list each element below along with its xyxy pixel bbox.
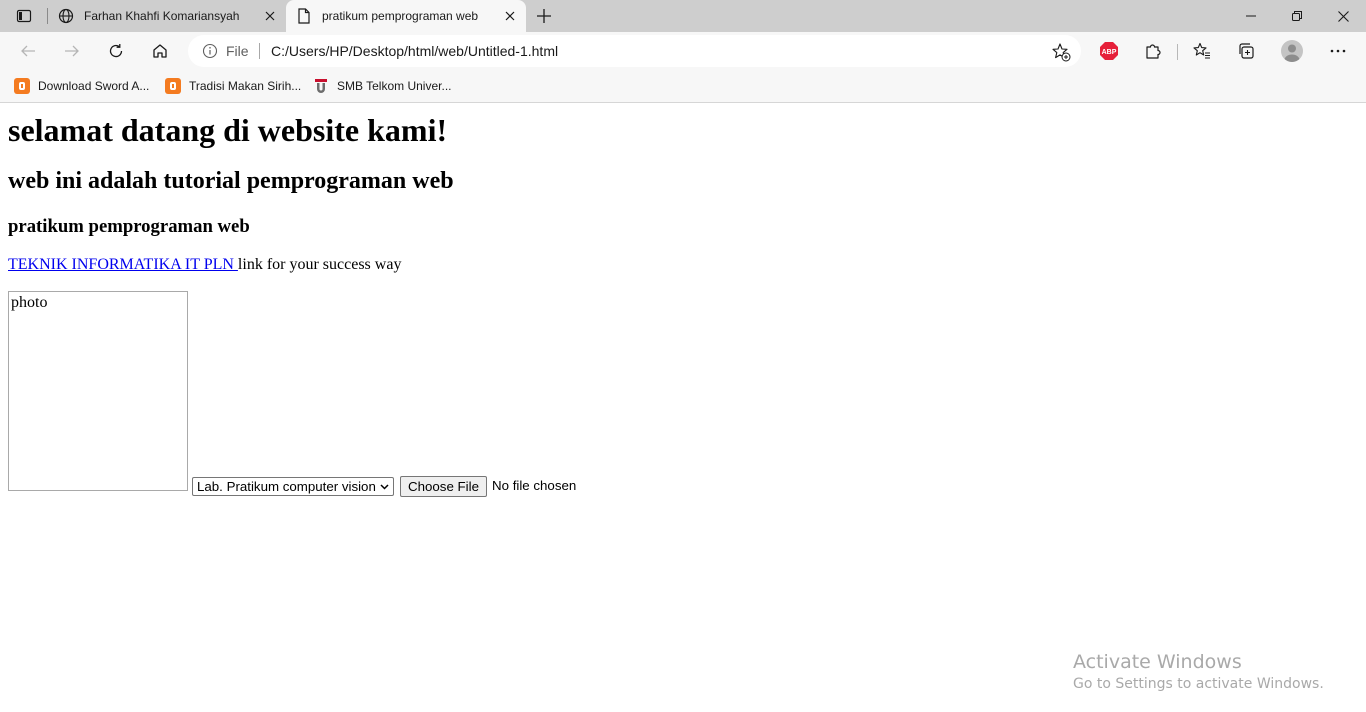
bookmark-label: SMB Telkom Univer...	[337, 79, 452, 93]
adblock-extension-button[interactable]: ABP	[1099, 41, 1119, 61]
extensions-button[interactable]	[1143, 41, 1163, 61]
plus-icon	[537, 9, 551, 23]
profile-icon	[1284, 44, 1300, 62]
lab-select[interactable]: Lab. Pratikum computer vision	[192, 477, 394, 496]
page-heading-1: selamat datang di website kami!	[8, 112, 448, 148]
bookmark-tradisi-makan[interactable]: Tradisi Makan Sirih...	[165, 76, 301, 96]
broken-image: photo	[11, 294, 47, 312]
page-content: selamat datang di website kami! web ini …	[0, 103, 1366, 712]
close-icon	[1337, 10, 1349, 22]
tab-actions-icon	[16, 9, 32, 23]
activate-windows-title: Activate Windows	[1073, 651, 1242, 673]
file-status-text: No file chosen	[492, 478, 577, 493]
new-tab-button[interactable]	[534, 6, 554, 26]
blogger-icon	[14, 78, 30, 94]
address-scheme-label: File	[226, 43, 249, 59]
tab-farhan[interactable]: Farhan Khahfi Komariansyah	[48, 0, 286, 32]
address-bar[interactable]: File C:/Users/HP/Desktop/html/web/Untitl…	[188, 35, 1081, 67]
back-arrow-icon	[21, 45, 35, 57]
minimize-button[interactable]	[1241, 6, 1261, 26]
telkom-icon	[313, 78, 329, 94]
forward-button[interactable]	[62, 41, 82, 61]
collections-icon	[1239, 43, 1254, 59]
page-heading-2: web ini adalah tutorial pemprograman web	[8, 168, 454, 194]
favorites-icon	[1193, 42, 1210, 59]
toolbar-separator	[1177, 44, 1178, 60]
photo-image: photo	[8, 291, 188, 491]
refresh-button[interactable]	[106, 41, 126, 61]
collections-button[interactable]	[1236, 41, 1256, 61]
tab-strip: Farhan Khahfi Komariansyah pratikum pemp…	[0, 0, 1366, 32]
link-suffix-text: link for your success way	[237, 256, 402, 273]
chevron-down-icon	[380, 484, 389, 490]
bookmark-download-sword[interactable]: Download Sword A...	[14, 76, 149, 96]
home-button[interactable]	[150, 41, 170, 61]
favorites-button[interactable]	[1192, 41, 1212, 61]
settings-more-button[interactable]	[1328, 41, 1348, 61]
tab-close-icon[interactable]	[262, 8, 278, 24]
add-favorite-button[interactable]	[1051, 42, 1071, 62]
browser-toolbar: File C:/Users/HP/Desktop/html/web/Untitl…	[0, 32, 1366, 70]
home-icon	[153, 44, 167, 58]
forward-arrow-icon	[65, 45, 79, 57]
tab-pratikum[interactable]: pratikum pemprograman web	[286, 0, 526, 32]
bookmark-label: Download Sword A...	[38, 79, 150, 93]
page-icon	[296, 8, 312, 24]
back-button[interactable]	[18, 41, 38, 61]
bookmark-smb-telkom[interactable]: SMB Telkom Univer...	[313, 76, 451, 96]
tab-title: Farhan Khahfi Komariansyah	[84, 9, 240, 23]
minimize-icon	[1246, 15, 1256, 17]
close-window-button[interactable]	[1333, 6, 1353, 26]
profile-avatar[interactable]	[1281, 40, 1303, 62]
page-heading-3: pratikum pemprograman web	[8, 216, 250, 237]
activate-windows-subtitle: Go to Settings to activate Windows.	[1073, 676, 1324, 692]
info-icon[interactable]	[202, 43, 218, 59]
globe-icon	[58, 8, 74, 24]
choose-file-button[interactable]: Choose File	[400, 476, 487, 497]
adblock-label: ABP	[1102, 49, 1117, 56]
adblock-icon: ABP	[1100, 42, 1118, 60]
restore-button[interactable]	[1287, 6, 1307, 26]
bookmarks-bar: Download Sword A... Tradisi Makan Sirih.…	[0, 70, 1366, 103]
bookmark-label: Tradisi Makan Sirih...	[189, 79, 302, 93]
restore-icon	[1292, 11, 1302, 21]
tab-close-icon[interactable]	[502, 8, 518, 24]
star-add-icon	[1052, 43, 1071, 62]
address-divider	[259, 43, 260, 59]
address-url[interactable]: C:/Users/HP/Desktop/html/web/Untitled-1.…	[271, 43, 558, 59]
more-dots-icon	[1330, 49, 1346, 53]
tab-title: pratikum pemprograman web	[322, 9, 479, 23]
lab-select-value: Lab. Pratikum computer vision	[197, 479, 376, 494]
link-paragraph: TEKNIK INFORMATIKA IT PLN link for your …	[8, 256, 401, 274]
image-alt-text: photo	[11, 294, 48, 311]
blogger-icon	[165, 78, 181, 94]
puzzle-icon	[1146, 44, 1161, 59]
tab-actions-button[interactable]	[8, 4, 40, 28]
refresh-icon	[109, 44, 123, 58]
teknik-informatika-link[interactable]: TEKNIK INFORMATIKA IT PLN	[8, 256, 238, 273]
